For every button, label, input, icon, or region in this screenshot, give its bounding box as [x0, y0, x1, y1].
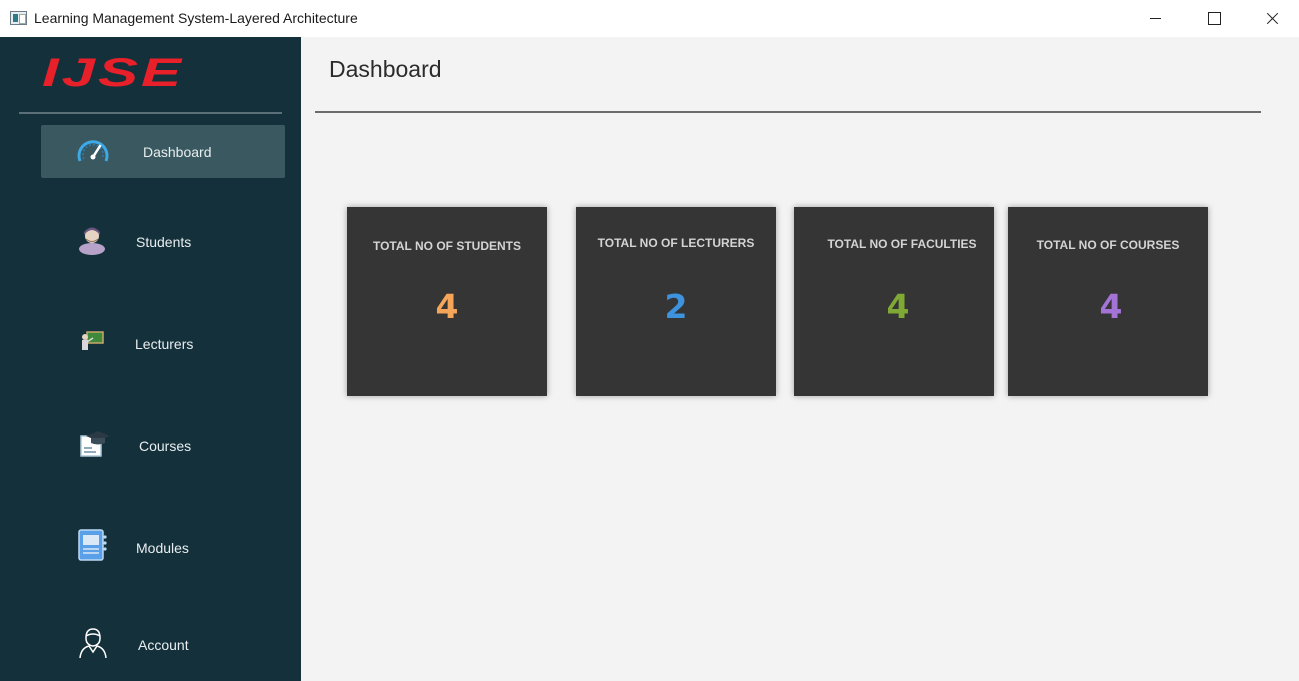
- sidebar-item-label: Modules: [136, 540, 189, 556]
- speedometer-icon: [77, 140, 109, 162]
- app-icon: [10, 11, 27, 25]
- window-title: Learning Management System-Layered Archi…: [34, 10, 358, 26]
- user-outline-icon: [79, 628, 107, 658]
- page-title: Dashboard: [329, 56, 442, 82]
- sidebar-item-students[interactable]: Students: [41, 215, 285, 268]
- sidebar: IJSE Dashboard Students Lecturers Course…: [0, 37, 301, 681]
- card-title: TOTAL NO OF FACULTIES: [827, 237, 977, 251]
- sidebar-divider: [19, 112, 282, 114]
- main-content: Dashboard TOTAL NO OF STUDENTS 4 TOTAL N…: [301, 37, 1299, 681]
- card-value: 2: [664, 287, 688, 326]
- maximize-button[interactable]: [1185, 0, 1243, 37]
- card-title: TOTAL NO OF COURSES: [1036, 238, 1180, 252]
- ijse-logo: IJSE: [42, 51, 185, 95]
- sidebar-item-modules[interactable]: Modules: [41, 521, 285, 574]
- stat-card-students: TOTAL NO OF STUDENTS 4: [347, 207, 547, 396]
- sidebar-item-label: Lecturers: [135, 336, 194, 352]
- window-titlebar: Learning Management System-Layered Archi…: [0, 0, 1299, 37]
- header-divider: [315, 111, 1261, 113]
- minimize-button[interactable]: [1127, 0, 1185, 37]
- stat-card-faculties: TOTAL NO OF FACULTIES 4: [794, 207, 994, 396]
- card-value: 4: [1099, 287, 1123, 326]
- sidebar-item-label: Dashboard: [143, 144, 212, 160]
- sidebar-item-lecturers[interactable]: Lecturers: [41, 317, 285, 370]
- card-value: 4: [435, 287, 459, 326]
- stat-card-courses: TOTAL NO OF COURSES 4: [1008, 207, 1208, 396]
- lecturer-icon: [82, 331, 104, 350]
- card-title: TOTAL NO OF LECTURERS: [597, 236, 755, 250]
- sidebar-item-label: Courses: [139, 438, 192, 454]
- sidebar-item-label: Students: [136, 234, 192, 250]
- close-button[interactable]: [1243, 0, 1299, 37]
- sidebar-item-label: Account: [138, 637, 189, 653]
- sidebar-item-dashboard[interactable]: Dashboard: [41, 125, 285, 178]
- stat-card-lecturers: TOTAL NO OF LECTURERS 2: [576, 207, 776, 396]
- sidebar-item-courses[interactable]: Courses: [41, 419, 285, 472]
- notebook-icon: [78, 529, 107, 561]
- graduation-cap-icon: [80, 431, 110, 457]
- card-title: TOTAL NO OF STUDENTS: [372, 239, 521, 253]
- card-value: 4: [886, 287, 910, 326]
- student-icon: [79, 227, 105, 255]
- sidebar-item-account[interactable]: Account: [41, 618, 285, 671]
